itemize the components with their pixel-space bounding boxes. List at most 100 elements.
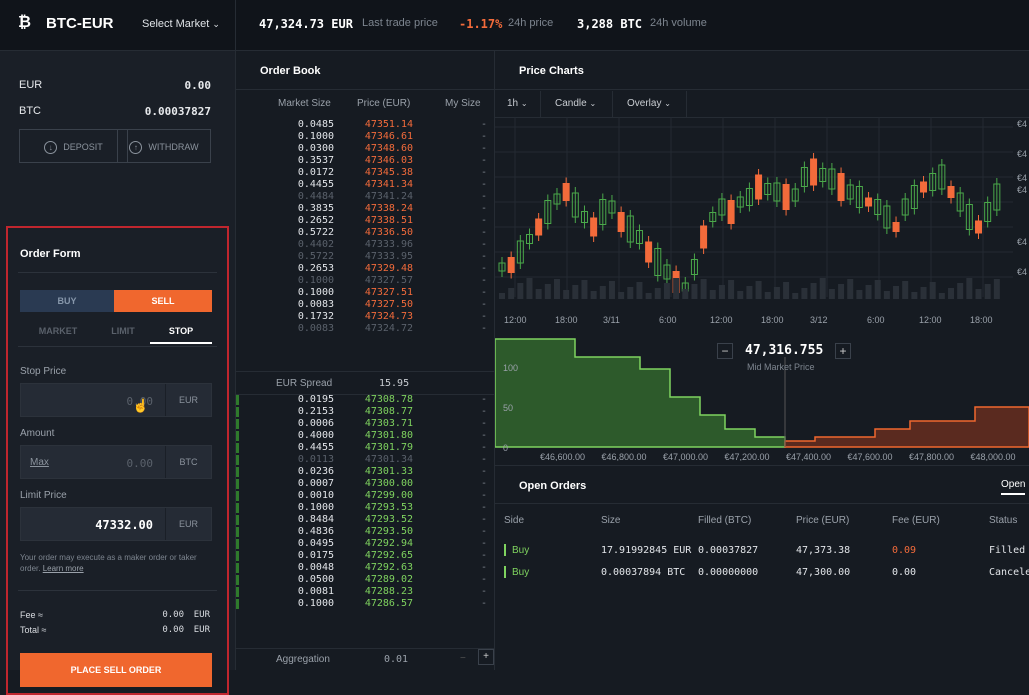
ask-row[interactable]: 0.5722 47333.95 - — [236, 251, 495, 263]
amount-input[interactable]: Max 0.00 BTC — [20, 445, 212, 479]
candle — [535, 218, 543, 236]
order-price: 47289.02 — [364, 574, 413, 585]
divider — [18, 346, 217, 347]
limit-price-unit: EUR — [165, 508, 211, 540]
chart-type-dropdown[interactable]: Candle ⌄ — [543, 91, 613, 117]
zoom-in-button[interactable]: + — [835, 343, 851, 359]
ask-row[interactable]: 0.0172 47345.38 - — [236, 167, 495, 179]
ask-row[interactable]: 0.1000 47327.51 - — [236, 287, 495, 299]
depth-bar — [236, 192, 239, 202]
ask-row[interactable]: 0.4484 47341.24 - — [236, 191, 495, 203]
ask-row[interactable]: 0.3835 47338.24 - — [236, 203, 495, 215]
my-size: - — [480, 131, 487, 142]
open-order-row[interactable]: Buy 17.91992845 EUR 0.00037827 47,373.38 0.0… — [495, 543, 1029, 559]
zoom-out-button[interactable]: − — [717, 343, 733, 359]
bid-row[interactable]: 0.0500 47289.02 - — [236, 574, 495, 586]
tab-open[interactable]: Open — [1001, 479, 1026, 495]
bid-row[interactable]: 0.0175 47292.65 - — [236, 550, 495, 562]
bid-row[interactable]: 0.1000 47286.57 - — [236, 598, 495, 610]
bid-row[interactable]: 0.0010 47299.00 - — [236, 490, 495, 502]
bid-row[interactable]: 0.0048 47292.63 - — [236, 562, 495, 574]
select-market-button[interactable]: Select Market ⌄ — [142, 18, 220, 30]
eur-balance-label: EUR — [19, 79, 43, 91]
order-size: 0.0048 — [297, 562, 334, 573]
overlay-dropdown[interactable]: Overlay ⌄ — [615, 91, 687, 117]
bid-row[interactable]: 0.8484 47293.52 - — [236, 514, 495, 526]
depth-bar — [236, 252, 239, 262]
ask-row[interactable]: 0.1000 47327.57 - — [236, 275, 495, 287]
bid-row[interactable]: 0.1000 47293.53 - — [236, 502, 495, 514]
ask-row[interactable]: 0.4455 47341.34 - — [236, 179, 495, 191]
candlestick-chart[interactable]: €4€4€4€4€4€412:00 18:00 3/11 6:00 12:00 18:00… — [495, 117, 1029, 337]
my-size: - — [480, 574, 487, 585]
ask-row[interactable]: 0.0083 47327.50 - — [236, 299, 495, 311]
col-filled: Filled (BTC) — [698, 515, 752, 526]
tab-limit[interactable]: LIMIT — [92, 326, 154, 336]
tab-stop[interactable]: STOP — [150, 326, 212, 344]
depth-bar — [236, 431, 239, 441]
order-size: 0.1000 — [297, 275, 334, 286]
bid-row[interactable]: 0.0195 47308.78 - — [236, 394, 495, 406]
ask-row[interactable]: 0.0083 47324.72 - — [236, 323, 495, 335]
candle — [920, 181, 928, 193]
my-size: - — [480, 203, 487, 214]
bid-row[interactable]: 0.2153 47308.77 - — [236, 406, 495, 418]
interval-dropdown[interactable]: 1h ⌄ — [495, 91, 541, 117]
ask-row[interactable]: 0.5722 47336.50 - — [236, 227, 495, 239]
order-book-title: Order Book — [260, 65, 321, 77]
volume-bar — [636, 282, 643, 299]
bid-row[interactable]: 0.0081 47288.23 - — [236, 586, 495, 598]
bid-row[interactable]: 0.0236 47301.33 - — [236, 466, 495, 478]
ask-row[interactable]: 0.0300 47348.60 - — [236, 143, 495, 155]
bid-row[interactable]: 0.4455 47301.79 - — [236, 442, 495, 454]
depth-bar — [236, 240, 239, 250]
bid-row[interactable]: 0.0006 47303.71 - — [236, 418, 495, 430]
stop-price-input[interactable]: 0.00 ☝ EUR — [20, 383, 212, 417]
ask-row[interactable]: 0.0485 47351.14 - — [236, 119, 495, 131]
ask-row[interactable]: 0.1000 47346.61 - — [236, 131, 495, 143]
my-size: - — [480, 562, 487, 573]
minus-button[interactable]: − — [460, 653, 466, 664]
market-selector[interactable]: ₿ BTC-EUR Select Market ⌄ — [0, 0, 236, 51]
order-price: 47299.00 — [364, 490, 413, 501]
open-order-row[interactable]: Buy 0.00037894 BTC 0.00000000 47,300.00 0.00… — [495, 565, 1029, 581]
order-size: 0.0300 — [297, 143, 334, 154]
bid-row[interactable]: 0.4000 47301.80 - — [236, 430, 495, 442]
tab-market[interactable]: MARKET — [27, 326, 89, 336]
place-sell-order-button[interactable]: PLACE SELL ORDER — [20, 653, 212, 687]
bid-row[interactable]: 0.4836 47293.50 - — [236, 526, 495, 538]
max-link[interactable]: Max — [30, 457, 49, 468]
ask-row[interactable]: 0.4402 47333.96 - — [236, 239, 495, 251]
ask-row[interactable]: 0.3537 47346.03 - — [236, 155, 495, 167]
volume-bar — [792, 293, 799, 299]
price-axis-tick: €4 — [1017, 267, 1027, 277]
order-price: 47293.53 — [364, 502, 413, 513]
deposit-button[interactable]: ↓ DEPOSIT — [19, 129, 128, 163]
volume-bar — [773, 287, 780, 299]
bid-row[interactable]: 0.0495 47292.94 - — [236, 538, 495, 550]
withdraw-button[interactable]: ↑ WITHDRAW — [117, 129, 211, 163]
depth-bar — [236, 443, 239, 453]
maker-taker-note: Your order may execute as a maker order … — [20, 553, 197, 573]
plus-button[interactable]: + — [478, 649, 494, 665]
bid-row[interactable]: 0.0007 47300.00 - — [236, 478, 495, 490]
volume-bar — [902, 281, 909, 299]
limit-price-input[interactable]: 47332.00 EUR — [20, 507, 212, 541]
ask-row[interactable]: 0.2653 47329.48 - — [236, 263, 495, 275]
buy-toggle[interactable]: BUY — [20, 290, 114, 312]
depth-bar — [236, 395, 239, 405]
my-size: - — [480, 323, 487, 334]
order-size: 0.0007 — [297, 478, 334, 489]
chevron-down-icon: ⌄ — [589, 99, 597, 108]
ask-row[interactable]: 0.2652 47338.51 - — [236, 215, 495, 227]
depth-x-tick: €47,600.00 — [848, 452, 893, 461]
volume-label: 24h volume — [650, 17, 707, 29]
learn-more-link[interactable]: Learn more — [43, 564, 84, 573]
sell-toggle[interactable]: SELL — [114, 290, 212, 312]
bid-row[interactable]: 0.0113 47301.34 - — [236, 454, 495, 466]
volume-bar — [984, 284, 991, 299]
depth-x-tick: €47,800.00 — [909, 452, 954, 461]
ask-row[interactable]: 0.1732 47324.73 - — [236, 311, 495, 323]
order-filled: 0.00037827 — [698, 545, 759, 556]
order-size: 0.0113 — [297, 454, 334, 465]
